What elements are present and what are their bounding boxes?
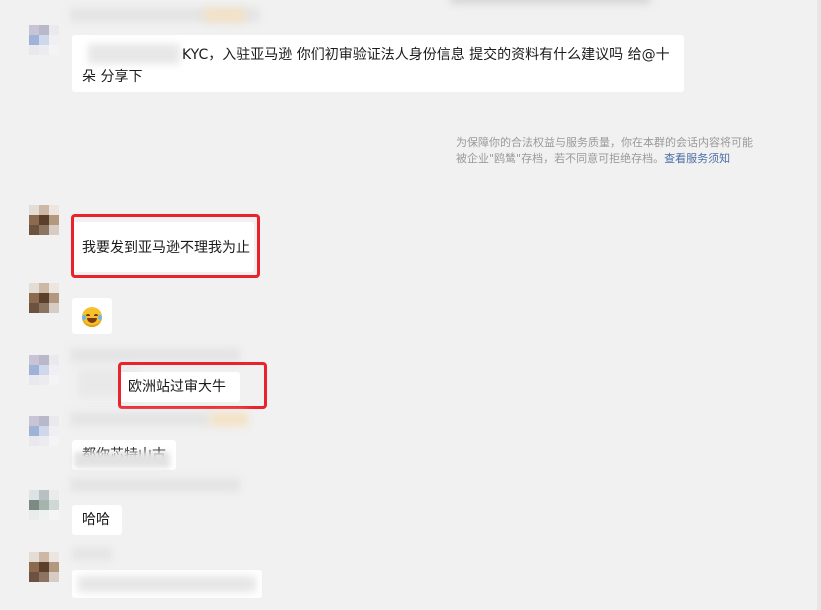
highlight-box (118, 362, 267, 409)
highlight-box (71, 214, 260, 278)
sender-avatar[interactable] (29, 205, 59, 235)
message-text: KYC，入驻亚马逊 你们初审验证法人身份信息 提交的资料有什么建议吗 给@十朵 … (82, 47, 670, 85)
redacted-overlay (74, 452, 170, 468)
redacted-text (78, 576, 256, 592)
laughing-tears-emoji-icon: 😂 (82, 307, 102, 327)
top-cropped-text (450, 0, 650, 4)
sender-avatar[interactable] (29, 25, 59, 55)
sender-avatar[interactable] (29, 552, 59, 582)
sender-avatar[interactable] (29, 283, 59, 313)
sender-avatar[interactable] (29, 355, 59, 385)
sender-name (70, 478, 240, 492)
sender-name-tag (205, 8, 245, 22)
sender-name (70, 348, 240, 362)
message-text: 哈哈 (82, 512, 110, 528)
sender-avatar[interactable] (29, 416, 59, 446)
sender-name (72, 548, 112, 560)
sender-name-tag (210, 412, 248, 426)
sender-name (70, 412, 210, 426)
sender-avatar[interactable] (29, 490, 59, 520)
scrollbar[interactable] (817, 0, 821, 610)
archive-notice: 为保障你的合法权益与服务质量，你在本群的会话内容将可能被企业"鸥鸶"存档，若不同… (456, 135, 756, 167)
service-terms-link[interactable]: 查看服务须知 (664, 152, 730, 165)
